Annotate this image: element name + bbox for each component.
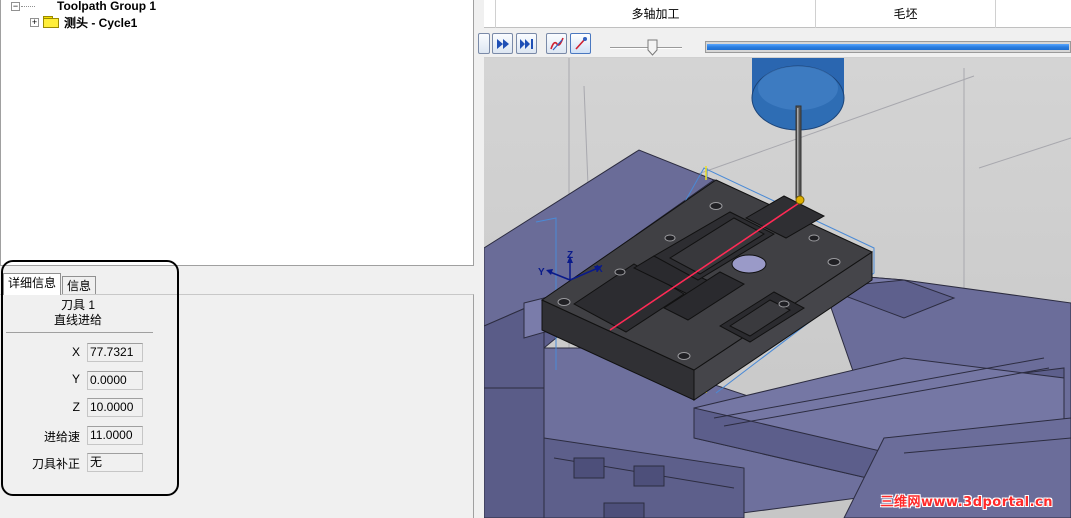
progress-fill xyxy=(707,44,1069,50)
cutter-comp-value-field: 无 xyxy=(87,453,143,472)
tree-connector xyxy=(21,5,35,7)
probe xyxy=(751,58,845,205)
speed-slider[interactable] xyxy=(610,47,682,49)
playback-progress-bar[interactable] xyxy=(705,41,1071,53)
skip-to-end-icon xyxy=(520,39,533,49)
tree-node-probe-cycle[interactable]: + 测头 - Cycle1 xyxy=(30,14,137,30)
field-label-x: X xyxy=(71,345,80,359)
toolpath-icon xyxy=(550,37,564,51)
speed-slider-thumb[interactable] xyxy=(647,39,658,56)
tool-display-icon xyxy=(575,37,587,50)
triad-label-z: Z xyxy=(567,250,573,261)
collapse-icon[interactable]: − xyxy=(11,1,20,11)
tree-node-toolpath-group[interactable]: − Toolpath Group 1 xyxy=(11,0,156,14)
triad-label-x: X xyxy=(596,264,603,275)
tab-extra[interactable] xyxy=(995,0,1071,28)
tab-info[interactable]: 信息 xyxy=(62,276,97,296)
tree-node-label: Toolpath Group 1 xyxy=(57,0,157,13)
field-label-cutter-comp: 刀具补正 xyxy=(31,457,80,471)
tab-multiaxis[interactable]: 多轴加工 xyxy=(495,0,815,28)
skip-to-end-button[interactable] xyxy=(516,33,537,54)
machine-scene: Z Y X xyxy=(484,58,1071,518)
show-toolpath-button[interactable] xyxy=(546,33,567,54)
show-tool-button[interactable] xyxy=(570,33,591,54)
step-forward-icon xyxy=(497,39,509,49)
step-back-button[interactable] xyxy=(478,33,490,54)
triad-label-y: Y xyxy=(538,267,545,278)
feedrate-value-field: 11.0000 xyxy=(87,426,143,445)
move-type: 直线进给 xyxy=(53,313,102,327)
x-value-field: 77.7321 xyxy=(87,343,143,362)
field-label-z: Z xyxy=(72,400,80,414)
expand-icon[interactable]: + xyxy=(30,17,39,27)
tree-node-label: 测头 - Cycle1 xyxy=(64,15,138,30)
tab-details[interactable]: 详细信息 xyxy=(3,273,62,295)
toolpath-tree[interactable]: − Toolpath Group 1 + 测头 - Cycle1 xyxy=(0,0,474,266)
tab-stock[interactable]: 毛坯 xyxy=(815,0,995,28)
ribbon-header: 多轴加工 毛坯 xyxy=(484,0,1071,28)
z-value-field: 10.0000 xyxy=(87,398,143,417)
field-label-y: Y xyxy=(71,372,80,386)
folder-icon xyxy=(43,16,59,28)
step-forward-button[interactable] xyxy=(492,33,513,54)
field-label-feedrate: 进给速 xyxy=(43,430,80,444)
y-value-field: 0.0000 xyxy=(87,371,143,390)
watermark: 三维网www.3dportal.cn xyxy=(880,495,1053,510)
simulation-viewport[interactable]: Z Y X 三维网www.3dportal.cn xyxy=(484,58,1071,518)
divider xyxy=(6,332,153,333)
